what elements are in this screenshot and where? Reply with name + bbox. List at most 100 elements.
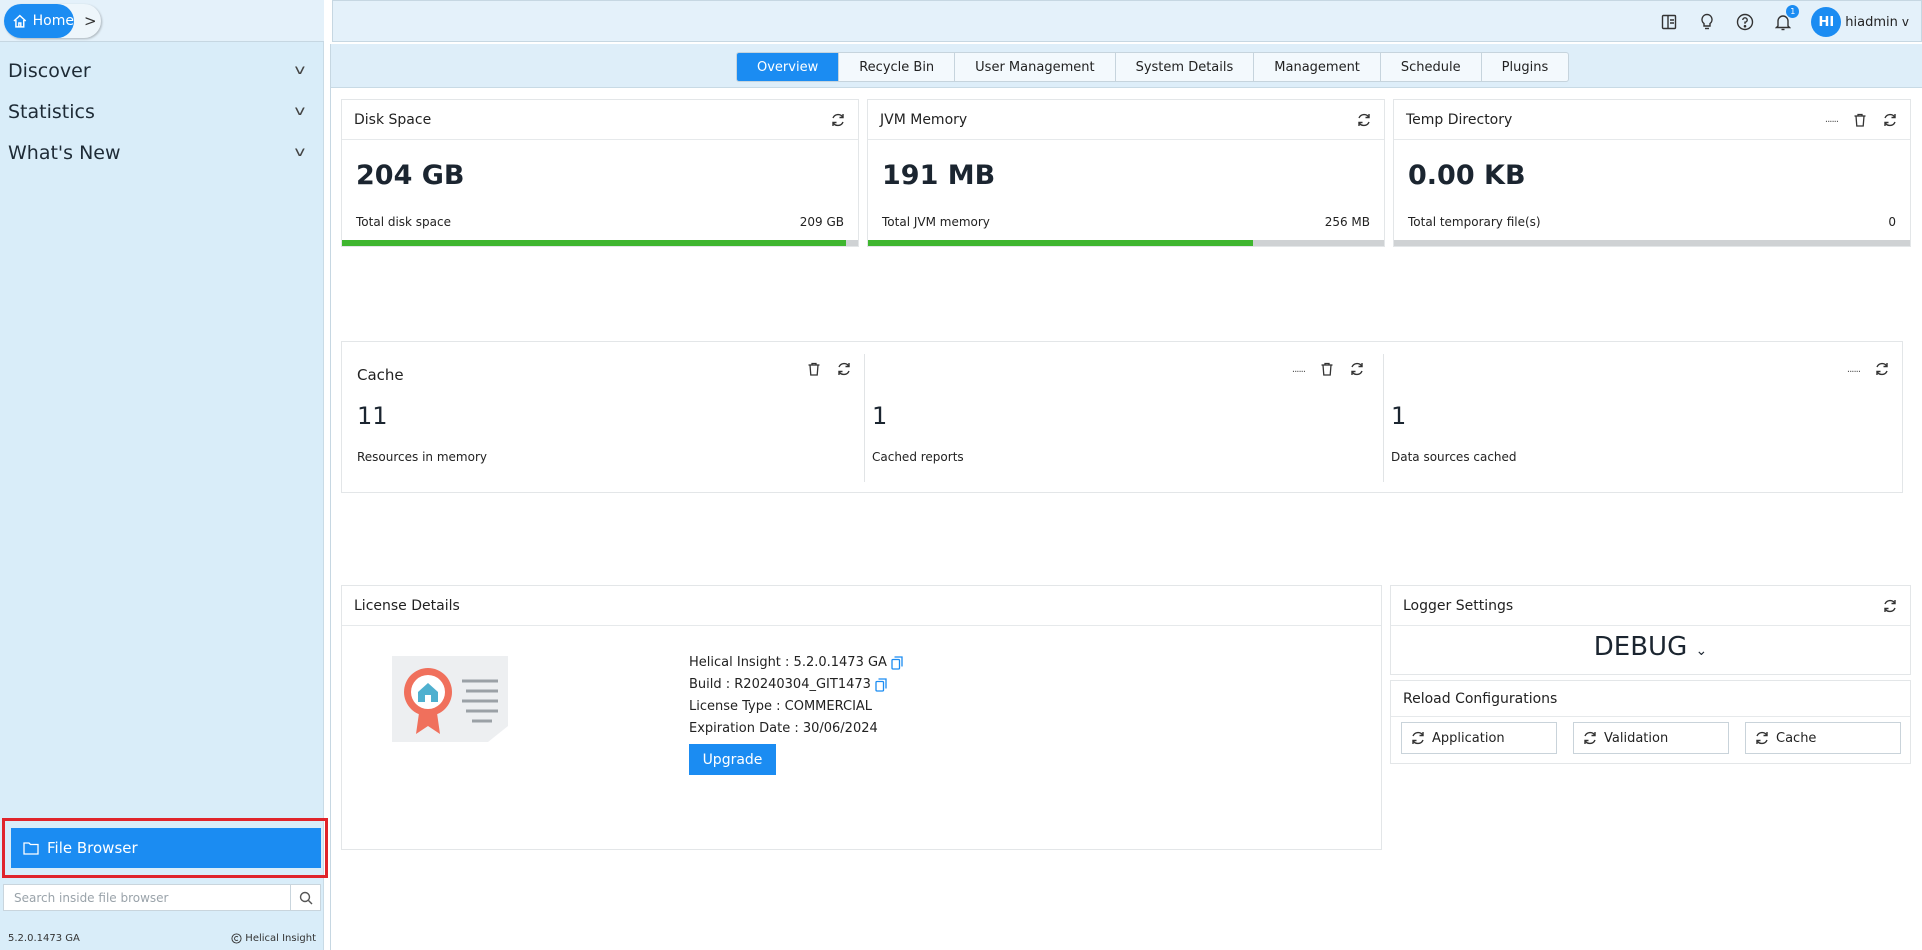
reload-button-label: Validation <box>1604 730 1669 746</box>
license-type: License Type : COMMERCIAL <box>689 699 873 714</box>
resources-label: Resources in memory <box>357 450 487 464</box>
temp-directory-card: Temp Directory ...... 0.00 KB Total temp… <box>1393 99 1911 247</box>
top-bar: 1 HI hiadmin v <box>332 0 1922 42</box>
sidebar-nav: Discover v Statistics v What's New v <box>0 50 324 173</box>
refresh-icon[interactable] <box>1882 112 1898 128</box>
file-browser-highlight: File Browser <box>2 818 328 878</box>
file-browser-button[interactable]: File Browser <box>11 828 321 868</box>
home-icon <box>13 14 27 28</box>
avatar: HI <box>1811 7 1842 37</box>
log-level-value: DEBUG <box>1593 632 1688 662</box>
lightbulb-icon[interactable] <box>1697 12 1717 32</box>
card-header: Logger Settings <box>1391 586 1910 626</box>
home-button[interactable]: Home <box>4 4 74 38</box>
reload-configurations-card: Reload Configurations Application Valida… <box>1390 680 1911 764</box>
sidebar-item-label: What's New <box>8 141 121 164</box>
refresh-icon[interactable] <box>1874 361 1890 377</box>
jvm-memory-total: 256 MB <box>1324 215 1370 229</box>
more-icon[interactable]: ...... <box>1825 114 1839 125</box>
trash-icon[interactable] <box>1319 361 1335 377</box>
refresh-icon[interactable] <box>1882 598 1898 614</box>
more-icon[interactable]: ...... <box>1847 364 1861 375</box>
folder-icon <box>23 842 39 855</box>
sidebar-item-discover[interactable]: Discover v <box>0 50 324 91</box>
sidebar-header: Home > <box>0 0 324 42</box>
trash-icon[interactable] <box>806 361 822 377</box>
jvm-memory-value: 191 MB <box>882 160 996 191</box>
tab-management[interactable]: Management <box>1254 53 1381 81</box>
reload-cache-button[interactable]: Cache <box>1745 722 1901 754</box>
refresh-icon <box>1412 731 1424 745</box>
refresh-icon <box>1584 731 1596 745</box>
layout-icon[interactable] <box>1659 12 1679 32</box>
cache-reports: ...... 1 Cached reports <box>857 352 1377 482</box>
search-button[interactable] <box>290 885 320 910</box>
trash-icon[interactable] <box>1852 112 1868 128</box>
card-header: Temp Directory ...... <box>1394 100 1910 140</box>
more-icon[interactable]: ...... <box>1292 364 1306 375</box>
card-title: Disk Space <box>354 111 432 128</box>
file-browser-search-input[interactable] <box>4 885 290 910</box>
bell-icon[interactable]: 1 <box>1773 5 1800 32</box>
user-menu[interactable]: HI hiadmin v <box>1811 7 1909 37</box>
refresh-icon[interactable] <box>836 361 852 377</box>
sidebar-item-label: Statistics <box>8 100 95 123</box>
reload-button-label: Application <box>1432 730 1505 746</box>
notification-badge: 1 <box>1786 5 1800 18</box>
tabs: Overview Recycle Bin User Management Sys… <box>736 52 1570 82</box>
license-card: License Details Helical Insight : 5.2.0.… <box>341 585 1382 850</box>
refresh-icon[interactable] <box>830 112 846 128</box>
log-level-select[interactable]: DEBUG ⌄ <box>1391 632 1910 662</box>
upgrade-button[interactable]: Upgrade <box>689 744 776 775</box>
datasources-label: Data sources cached <box>1391 450 1517 464</box>
cache-datasources: ...... 1 Data sources cached <box>1376 352 1902 482</box>
help-icon[interactable] <box>1735 12 1755 32</box>
main-content: Overview Recycle Bin User Management Sys… <box>330 44 1922 950</box>
refresh-icon[interactable] <box>1356 112 1372 128</box>
copyright-icon <box>231 932 242 944</box>
chevron-down-icon: v <box>294 63 306 78</box>
file-browser-search <box>3 884 321 911</box>
tab-bar: Overview Recycle Bin User Management Sys… <box>331 44 1922 88</box>
brand: Helical Insight <box>231 933 316 944</box>
tab-system-details[interactable]: System Details <box>1116 53 1255 81</box>
sidebar-item-whats-new[interactable]: What's New v <box>0 132 324 173</box>
chevron-down-icon: v <box>1901 15 1909 29</box>
chevron-down-icon: ⌄ <box>1695 643 1708 659</box>
version-text: 5.2.0.1473 GA <box>8 932 80 944</box>
temp-directory-label: Total temporary file(s) <box>1408 215 1541 229</box>
license-info: Helical Insight : 5.2.0.1473 GA Build : … <box>689 652 903 775</box>
tab-plugins[interactable]: Plugins <box>1482 53 1569 81</box>
tab-overview[interactable]: Overview <box>737 53 840 81</box>
tab-recycle-bin[interactable]: Recycle Bin <box>839 53 956 81</box>
temp-directory-progress <box>1394 240 1910 246</box>
card-header: Disk Space <box>342 100 858 140</box>
refresh-icon <box>1756 731 1768 745</box>
refresh-icon[interactable] <box>1349 361 1365 377</box>
sidebar: Home > Discover v Statistics v What's Ne… <box>0 0 328 950</box>
breadcrumb-chevron-icon[interactable]: > <box>84 12 97 30</box>
copy-icon[interactable] <box>875 678 887 692</box>
sidebar-footer: 5.2.0.1473 GA Helical Insight <box>0 926 324 950</box>
card-title: Cache <box>357 366 404 384</box>
sidebar-item-statistics[interactable]: Statistics v <box>0 91 324 132</box>
sidebar-item-label: Discover <box>8 59 91 82</box>
jvm-memory-progress-fill <box>868 240 1253 246</box>
search-icon <box>299 891 312 904</box>
disk-space-value: 204 GB <box>356 160 465 191</box>
expiration-date: Expiration Date : 30/06/2024 <box>689 721 878 736</box>
jvm-memory-card: JVM Memory 191 MB Total JVM memory 256 M… <box>867 99 1385 247</box>
jvm-memory-label: Total JVM memory <box>882 215 990 229</box>
copy-icon[interactable] <box>891 656 903 670</box>
certificate-icon <box>392 656 508 742</box>
reload-buttons: Application Validation Cache <box>1401 722 1901 754</box>
disk-space-progress-fill <box>342 240 846 246</box>
reload-application-button[interactable]: Application <box>1401 722 1557 754</box>
tab-schedule[interactable]: Schedule <box>1381 53 1482 81</box>
logger-settings-card: Logger Settings DEBUG ⌄ <box>1390 585 1911 675</box>
disk-space-label: Total disk space <box>356 215 452 229</box>
reload-validation-button[interactable]: Validation <box>1573 722 1729 754</box>
reload-button-label: Cache <box>1776 730 1817 746</box>
tab-user-management[interactable]: User Management <box>955 53 1116 81</box>
disk-space-progress <box>342 240 858 246</box>
